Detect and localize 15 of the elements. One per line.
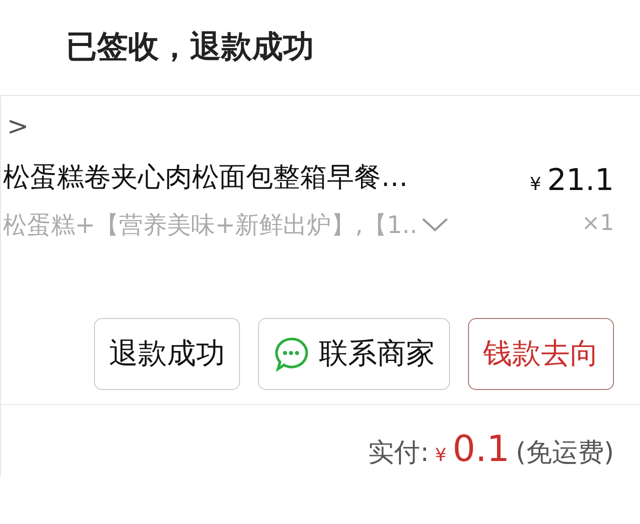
quantity: ×1: [582, 210, 614, 238]
total-label: 实付:: [368, 437, 429, 470]
refund-trace-button[interactable]: 钱款去向: [468, 318, 614, 390]
contact-seller-button[interactable]: 联系商家: [258, 318, 450, 390]
shipping-note: (免运费): [516, 437, 614, 470]
product-spec: 松蛋糕+【营养美味+新鲜出炉】,【1..: [3, 210, 418, 241]
expand-arrow[interactable]: >: [7, 112, 29, 142]
refund-status-button[interactable]: 退款成功: [94, 318, 240, 390]
product-price: ¥ 21.1: [530, 162, 614, 200]
chevron-down-icon[interactable]: [421, 217, 450, 233]
product-title: 松蛋糕卷夹心肉松面包整箱早餐…: [3, 161, 408, 195]
paid-amount: 0.1: [452, 428, 510, 472]
currency-symbol: ¥: [434, 444, 446, 468]
chat-bubble-icon: [273, 336, 309, 372]
page-title: 已签收，退款成功: [66, 28, 314, 68]
